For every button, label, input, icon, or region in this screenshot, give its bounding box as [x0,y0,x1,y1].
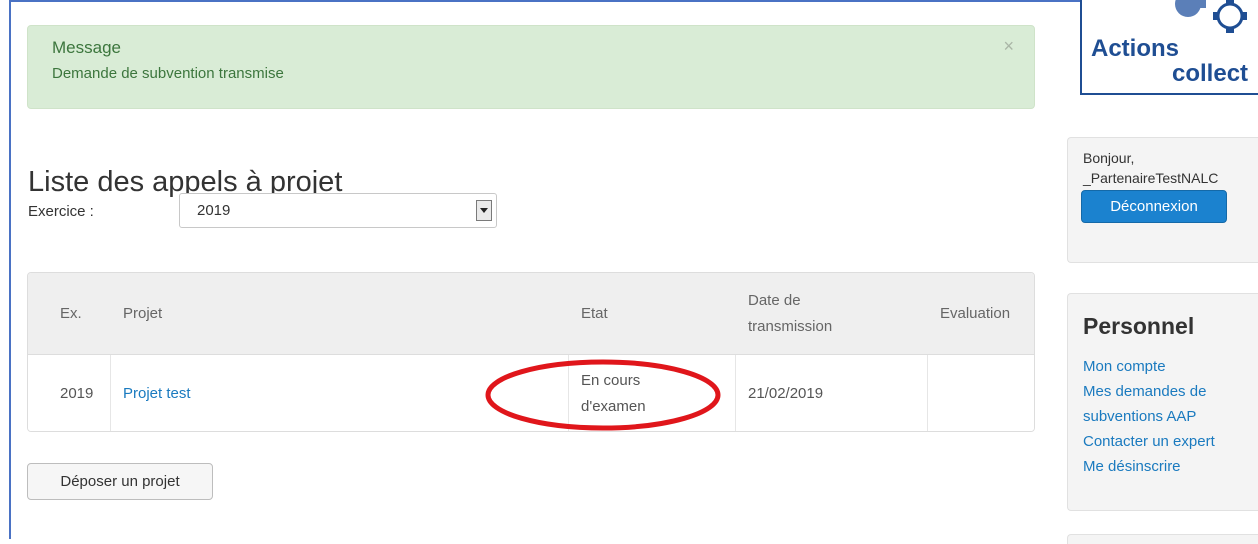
header-date-line1: Date de [748,292,801,309]
column-divider [110,355,111,431]
logo-word-actions: Actions [1091,35,1180,62]
gear-icon [1175,0,1247,33]
alert-message: Demande de subvention transmise [52,65,284,82]
menu-link-contacter-expert[interactable]: Contacter un expert [1083,433,1215,450]
logout-button[interactable]: Déconnexion [1081,190,1227,223]
menu-link-desinscrire[interactable]: Me désinscrire [1083,458,1181,475]
exercice-select-value: 2019 [197,202,231,219]
project-link[interactable]: Projet test [123,385,191,402]
header-projet: Projet [123,305,163,322]
username: _PartenaireTestNALC [1083,170,1219,186]
close-icon[interactable]: × [1003,36,1014,57]
header-date-line2: transmission [748,318,833,335]
logo-word-collect: collect [1172,60,1249,87]
column-divider [735,355,736,431]
user-panel: Bonjour, _PartenaireTestNALC Déconnexion [1067,137,1258,263]
table-row: 2019 Projet test En cours d'examen 21/02… [28,355,1034,431]
column-divider [568,355,569,431]
table-header: Ex. Projet Etat Date de transmission Eva… [28,273,1034,355]
personnel-title: Personnel [1083,313,1195,339]
menu-link-mon-compte[interactable]: Mon compte [1083,358,1166,375]
row-etat-line1: En cours [581,372,641,389]
chevron-down-icon[interactable] [476,200,492,221]
logo: Actions collect [1080,0,1258,95]
alert-title: Message [52,38,121,57]
sidebar-panel-partial [1067,534,1258,544]
column-divider [927,355,928,431]
menu-link-subventions[interactable]: subventions AAP [1083,408,1196,425]
greeting: Bonjour, [1083,150,1135,166]
exercice-select[interactable]: 2019 [179,193,497,228]
row-ex: 2019 [60,385,94,402]
exercice-label: Exercice : [28,203,94,220]
screenshot-frame-left [9,0,11,539]
personnel-panel: Personnel Mon compte Mes demandes de sub… [1067,293,1258,511]
deposer-projet-button[interactable]: Déposer un projet [27,463,213,500]
header-evaluation: Evaluation [940,305,1011,322]
screenshot-frame-top [9,0,1258,2]
projects-table: Ex. Projet Etat Date de transmission Eva… [27,272,1035,432]
menu-link-mes-demandes[interactable]: Mes demandes de [1083,383,1206,400]
header-etat: Etat [581,305,608,322]
header-ex: Ex. [60,305,82,322]
row-etat-line2: d'examen [581,398,646,415]
row-date: 21/02/2019 [748,385,824,402]
success-alert: Message Demande de subvention transmise … [27,25,1035,109]
